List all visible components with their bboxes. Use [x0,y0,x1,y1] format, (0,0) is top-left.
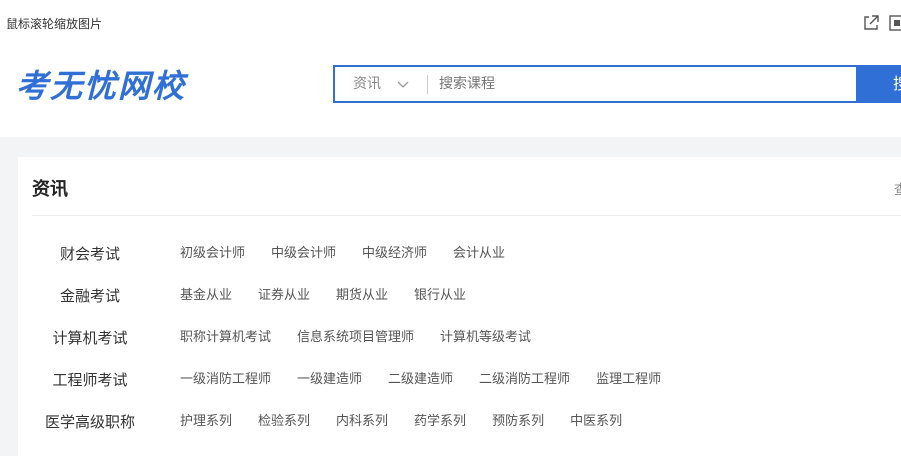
category-link[interactable]: 一级建造师 [297,368,362,392]
search-input[interactable] [439,67,839,101]
category-label[interactable]: 计算机考试 [18,326,162,350]
site-logo[interactable]: 考无忧网校 [16,66,186,106]
fit-screen-icon[interactable] [889,14,901,32]
category-link[interactable]: 内科系列 [336,410,388,434]
category-items: 一级消防工程师 一级建造师 二级建造师 二级消防工程师 监理工程师 [180,368,687,392]
category-link[interactable]: 期货从业 [336,284,388,308]
category-row: 工程师考试 一级消防工程师 一级建造师 二级建造师 二级消防工程师 监理工程师 [18,368,901,392]
window-title: 鼠标滚轮缩放图片 [6,17,103,31]
more-link[interactable]: 查 [894,183,901,199]
category-link[interactable]: 证券从业 [258,284,310,308]
category-row: 医学高级职称 护理系列 检验系列 内科系列 药学系列 预防系列 中医系列 [18,410,901,434]
top-bar: 鼠标滚轮缩放图片 [0,0,901,52]
category-items: 职称计算机考试 信息系统项目管理师 计算机等级考试 [180,326,557,350]
category-link[interactable]: 一级消防工程师 [180,368,271,392]
category-link[interactable]: 信息系统项目管理师 [297,326,414,350]
category-label[interactable]: 医学高级职称 [18,410,162,434]
search-button[interactable]: 搜 [858,65,901,103]
category-link[interactable]: 检验系列 [258,410,310,434]
category-link[interactable]: 银行从业 [414,284,466,308]
category-link[interactable]: 监理工程师 [596,368,661,392]
category-items: 护理系列 检验系列 内科系列 药学系列 预防系列 中医系列 [180,410,648,434]
category-row: 财会考试 初级会计师 中级会计师 中级经济师 会计从业 [18,242,901,266]
news-card: 资讯 查 财会考试 初级会计师 中级会计师 中级经济师 会计从业 金融考试 基金… [18,157,901,456]
category-label[interactable]: 财会考试 [18,242,162,266]
search-divider [427,75,428,94]
category-link[interactable]: 职称计算机考试 [180,326,271,350]
chevron-down-icon[interactable] [397,79,409,89]
category-link[interactable]: 初级会计师 [180,242,245,266]
category-row: 计算机考试 职称计算机考试 信息系统项目管理师 计算机等级考试 [18,326,901,350]
external-link-icon[interactable] [862,14,880,32]
category-link[interactable]: 二级消防工程师 [479,368,570,392]
category-row: 金融考试 基金从业 证券从业 期货从业 银行从业 [18,284,901,308]
category-link[interactable]: 药学系列 [414,410,466,434]
category-items: 基金从业 证券从业 期货从业 银行从业 [180,284,492,308]
divider [32,215,901,216]
search-box: 资讯 [333,65,858,103]
category-link[interactable]: 二级建造师 [388,368,453,392]
category-link[interactable]: 计算机等级考试 [440,326,531,350]
category-link[interactable]: 基金从业 [180,284,232,308]
category-link[interactable]: 预防系列 [492,410,544,434]
category-label[interactable]: 金融考试 [18,284,162,308]
category-link[interactable]: 会计从业 [453,242,505,266]
category-link[interactable]: 中医系列 [570,410,622,434]
section-title: 资讯 [32,179,68,200]
category-link[interactable]: 护理系列 [180,410,232,434]
category-link[interactable]: 中级会计师 [271,242,336,266]
category-link[interactable]: 中级经济师 [362,242,427,266]
category-items: 初级会计师 中级会计师 中级经济师 会计从业 [180,242,531,266]
search-category-select[interactable]: 资讯 [353,67,381,101]
category-label[interactable]: 工程师考试 [18,368,162,392]
